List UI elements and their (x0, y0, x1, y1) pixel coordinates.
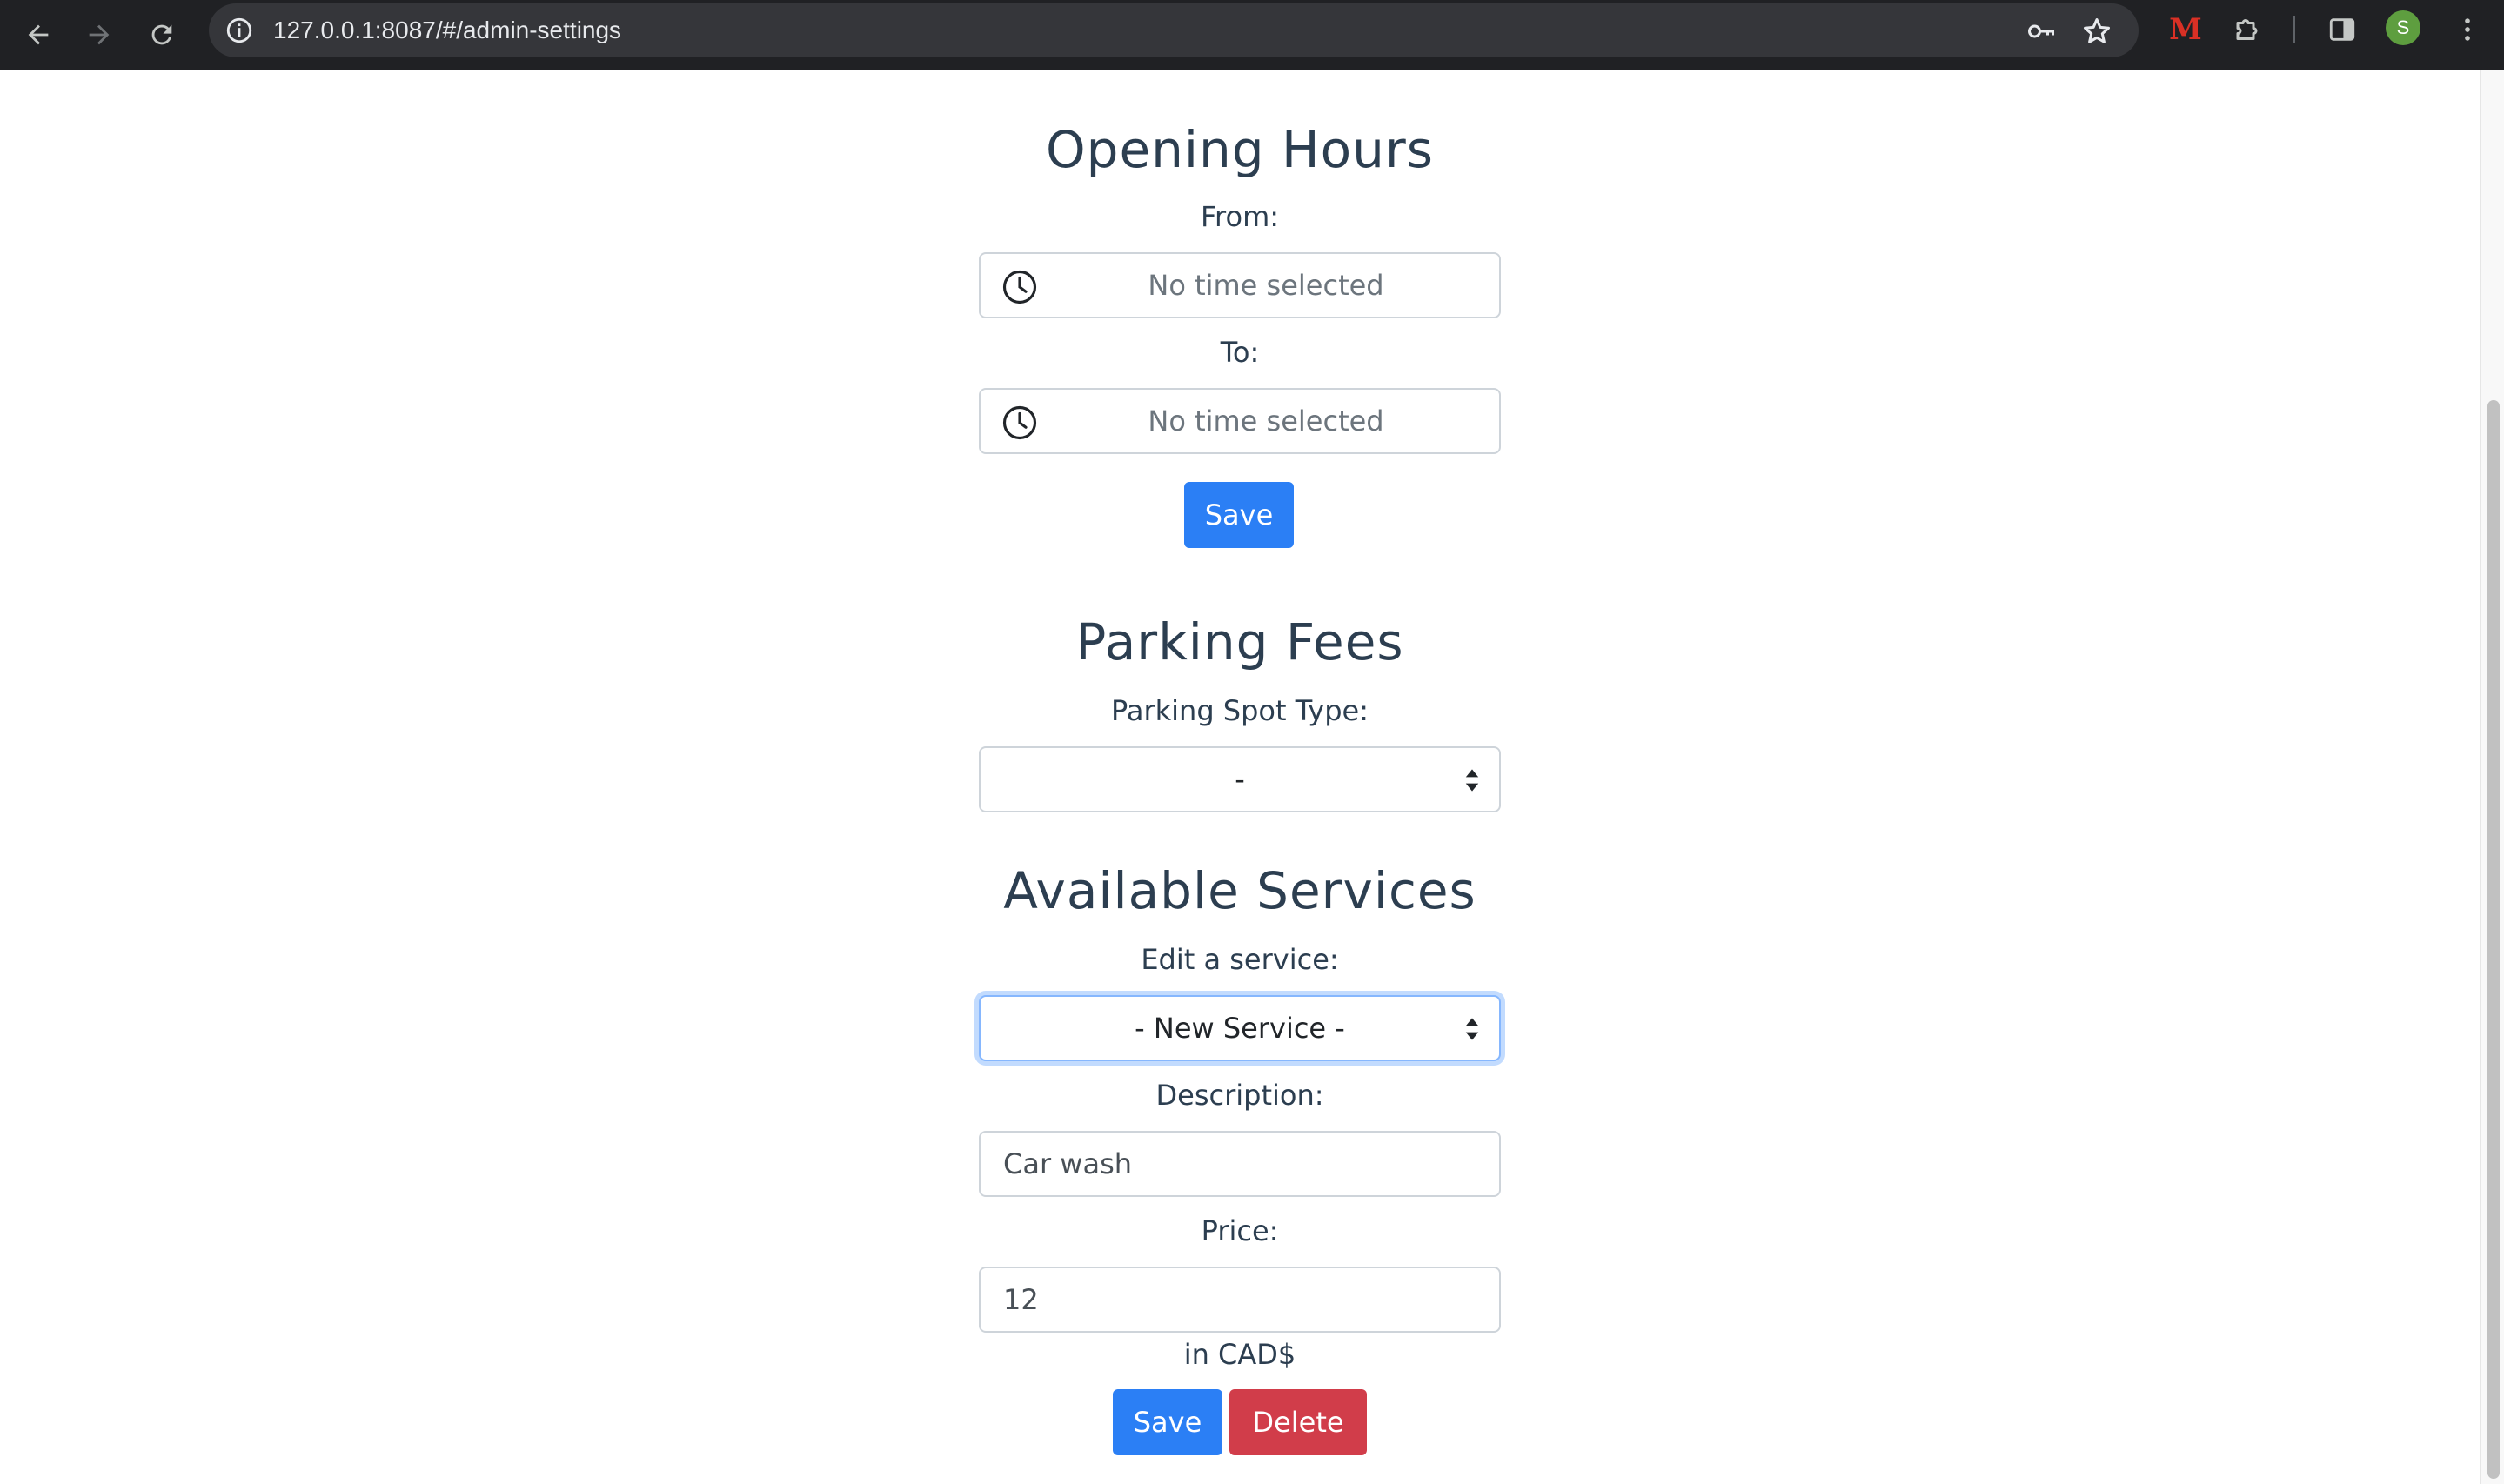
description-label: Description: (1155, 1079, 1324, 1112)
to-time-placeholder: No time selected (1148, 404, 1384, 438)
description-input[interactable]: Car wash (979, 1131, 1501, 1197)
page-scrollbar[interactable] (2480, 70, 2504, 1484)
description-value: Car wash (1003, 1147, 1133, 1180)
service-save-button[interactable]: Save (1113, 1389, 1222, 1455)
admin-settings-page: Opening Hours From: No time selected To:… (0, 70, 2480, 1484)
available-services-title: Available Services (1003, 861, 1476, 920)
currency-note: in CAD$ (1183, 1338, 1296, 1371)
service-delete-button[interactable]: Delete (1229, 1389, 1367, 1455)
opening-hours-title: Opening Hours (1046, 120, 1434, 179)
toolbar-divider (2293, 16, 2295, 43)
parking-spot-type-value: - (1235, 763, 1245, 796)
from-time-placeholder: No time selected (1148, 269, 1384, 302)
address-bar[interactable]: 127.0.0.1:8087/#/admin-settings (209, 3, 2139, 57)
url-text[interactable]: 127.0.0.1:8087/#/admin-settings (273, 3, 621, 57)
select-arrows-icon (1465, 1018, 1479, 1040)
profile-avatar[interactable]: S (2386, 10, 2420, 45)
from-label: From: (1200, 200, 1280, 233)
edit-service-value: - New Service - (1135, 1012, 1345, 1045)
scrollbar-thumb[interactable] (2487, 400, 2500, 1479)
to-time-input[interactable]: No time selected (979, 388, 1501, 454)
parking-fees-title: Parking Fees (1075, 612, 1404, 672)
star-icon[interactable] (2079, 14, 2114, 49)
from-time-input[interactable]: No time selected (979, 252, 1501, 318)
price-value: 12 (1003, 1283, 1039, 1316)
key-icon[interactable] (2024, 14, 2059, 49)
site-info-icon[interactable] (221, 12, 258, 49)
extension-m-icon[interactable]: M (2166, 10, 2205, 49)
edit-service-label: Edit a service: (1141, 943, 1339, 976)
menu-dots-icon[interactable] (2448, 10, 2487, 49)
parking-spot-type-label: Parking Spot Type: (1110, 694, 1369, 727)
forward-arrow-icon[interactable] (78, 14, 120, 56)
select-arrows-icon (1465, 769, 1479, 792)
reload-icon[interactable] (141, 14, 183, 56)
edit-service-select[interactable]: - New Service - (979, 995, 1501, 1061)
price-input[interactable]: 12 (979, 1267, 1501, 1333)
browser-toolbar: 127.0.0.1:8087/#/admin-settings M S (0, 0, 2504, 70)
to-label: To: (1220, 336, 1260, 369)
opening-hours-save-button[interactable]: Save (1184, 482, 1294, 548)
puzzle-icon[interactable] (2229, 10, 2267, 49)
parking-spot-type-select[interactable]: - (979, 746, 1501, 812)
price-label: Price: (1201, 1214, 1279, 1247)
back-arrow-icon[interactable] (17, 14, 59, 56)
side-panel-icon[interactable] (2323, 10, 2361, 49)
